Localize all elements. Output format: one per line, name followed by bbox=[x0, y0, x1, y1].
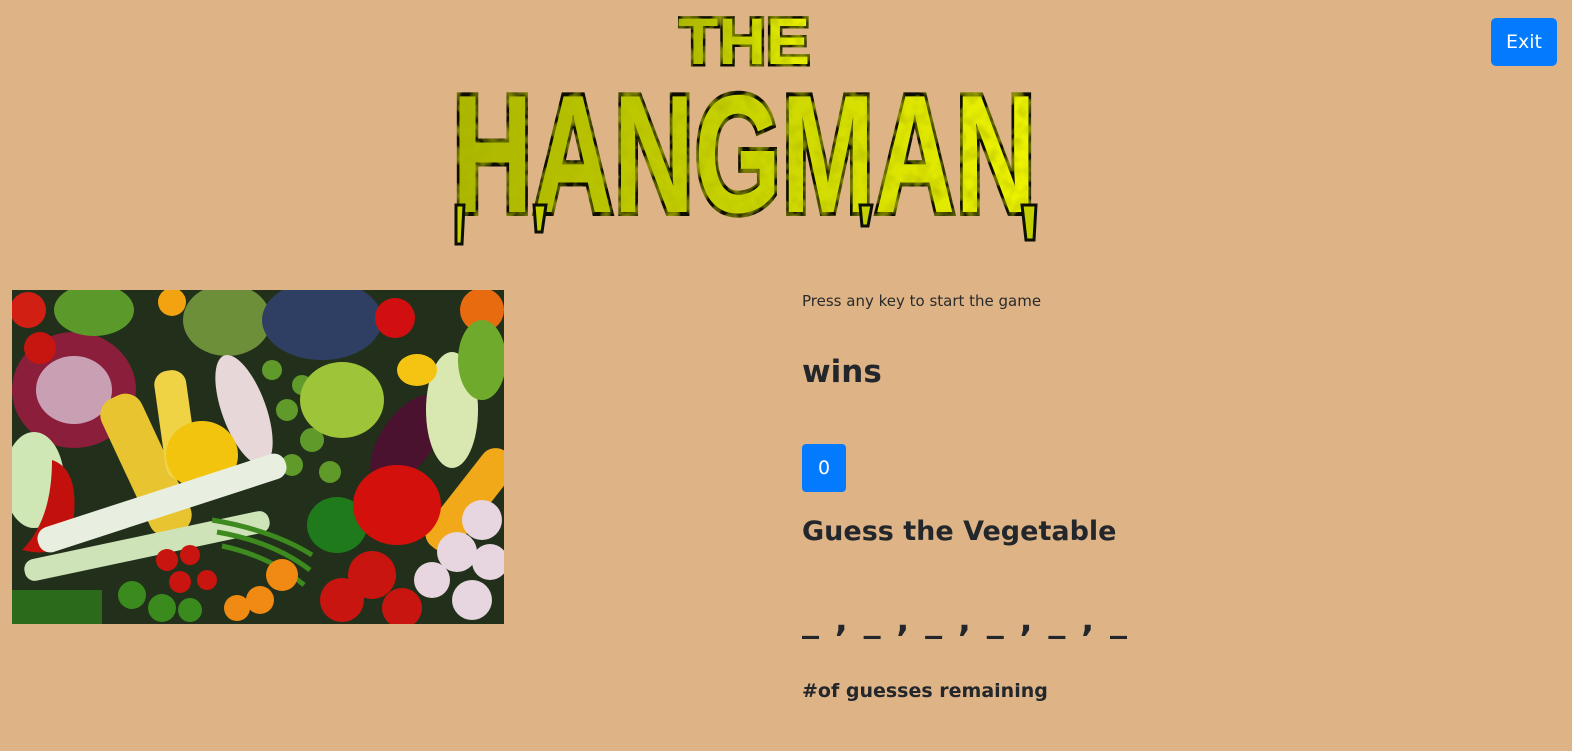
wins-count-badge: 0 bbox=[802, 444, 846, 492]
hangman-logo-graphic: THE HANGMAN bbox=[448, 2, 1040, 251]
exit-button[interactable]: Exit bbox=[1491, 18, 1557, 66]
vegetables-illustration bbox=[12, 290, 504, 624]
guess-title: Guess the Vegetable bbox=[802, 516, 1117, 547]
vegetables-image bbox=[12, 290, 504, 624]
guesses-remaining-label: #of guesses remaining bbox=[802, 680, 1048, 702]
start-instruction: Press any key to start the game bbox=[802, 292, 1042, 310]
wins-label: wins bbox=[802, 354, 882, 390]
word-display: _ , _ , _ , _ , _ , _ bbox=[802, 600, 1129, 640]
hangman-logo: THE HANGMAN bbox=[442, 0, 1046, 251]
